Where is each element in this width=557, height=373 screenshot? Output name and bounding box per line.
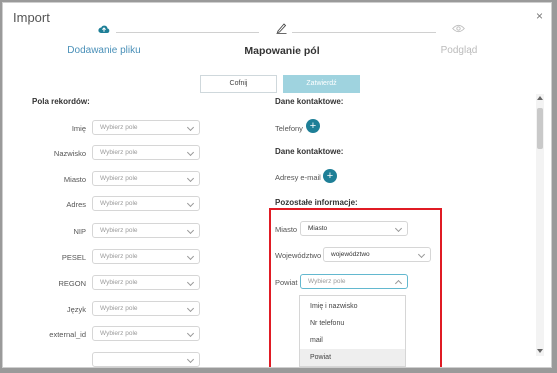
field-select[interactable]: Miasto: [300, 221, 408, 236]
chevron-down-icon: [186, 226, 195, 235]
chevron-down-icon: [186, 252, 195, 261]
cancel-button[interactable]: Cofnij: [200, 75, 277, 93]
add-phone-button[interactable]: +: [306, 119, 320, 133]
field-label: Województwo: [275, 251, 322, 260]
field-label: Język: [66, 305, 86, 314]
field-label: NIP: [73, 227, 86, 236]
chevron-down-icon: [417, 250, 426, 259]
chevron-down-icon: [186, 329, 195, 338]
field-label: Powiat: [275, 278, 298, 287]
field-label: Miasto: [275, 225, 298, 234]
contact-heading: Dane kontaktowe:: [275, 97, 344, 106]
step-upload[interactable]: Dodawanie pliku: [63, 21, 145, 56]
save-button[interactable]: Zatwierdź: [283, 75, 360, 93]
chevron-down-icon: [186, 174, 195, 183]
field-select[interactable]: Wybierz pole: [92, 301, 200, 316]
field-select[interactable]: województwo: [323, 247, 431, 262]
step-preview[interactable]: Podgląd: [418, 21, 500, 56]
field-label: Nazwisko: [53, 149, 86, 158]
field-select[interactable]: Wybierz pole: [92, 249, 200, 264]
dropdown-option[interactable]: Nr telefonu: [300, 315, 405, 332]
other-info-heading: Pozostałe informacje:: [275, 198, 358, 207]
add-email-button[interactable]: +: [323, 169, 337, 183]
dropdown-option[interactable]: Powiat: [300, 349, 405, 366]
dropdown-menu: Imię i nazwisko Nr telefonu mail Powiat: [299, 295, 406, 367]
field-select[interactable]: Wybierz pole: [92, 145, 200, 160]
dropdown-option[interactable]: Imię i nazwisko: [300, 298, 405, 315]
scrollbar[interactable]: [536, 94, 544, 356]
plus-icon: +: [309, 120, 317, 132]
field-label: Adres: [66, 200, 86, 209]
field-label: Imię: [71, 124, 86, 133]
dropdown-option[interactable]: mail: [300, 332, 405, 349]
phones-label: Telefony: [275, 124, 303, 133]
chevron-down-icon: [186, 199, 195, 208]
field-select[interactable]: Wybierz pole: [300, 274, 408, 289]
stepper: Dodawanie pliku Mapowanie pól Podgląd: [3, 21, 551, 61]
chevron-down-icon: [394, 224, 403, 233]
field-select[interactable]: Wybierz pole: [92, 275, 200, 290]
plus-icon: +: [326, 170, 334, 182]
field-select[interactable]: Wybierz pole: [92, 326, 200, 341]
scroll-thumb[interactable]: [537, 108, 543, 149]
pencil-icon: [276, 23, 287, 34]
chevron-down-icon: [186, 148, 195, 157]
scroll-down-icon[interactable]: [537, 349, 543, 353]
chevron-down-icon: [186, 355, 195, 364]
field-label: PESEL: [61, 253, 86, 262]
step-mapping[interactable]: Mapowanie pól: [241, 21, 323, 57]
field-label: REGON: [58, 279, 86, 288]
field-label: external_id: [49, 330, 86, 339]
field-select[interactable]: [92, 352, 200, 367]
field-label: Miasto: [63, 175, 86, 184]
import-modal: Import × Dodawanie pliku Mapowanie pól P…: [2, 2, 552, 368]
field-select[interactable]: Wybierz pole: [92, 196, 200, 211]
field-select[interactable]: Wybierz pole: [92, 223, 200, 238]
contact-heading: Dane kontaktowe:: [275, 147, 344, 156]
cloud-upload-icon: [98, 25, 110, 33]
chevron-down-icon: [186, 304, 195, 313]
scroll-up-icon[interactable]: [537, 96, 543, 100]
field-select[interactable]: Wybierz pole: [92, 171, 200, 186]
field-select[interactable]: Wybierz pole: [92, 120, 200, 135]
record-fields-heading: Pola rekordów:: [32, 97, 90, 106]
eye-icon: [452, 24, 465, 33]
chevron-down-icon: [186, 123, 195, 132]
chevron-up-icon: [394, 279, 403, 288]
emails-label: Adresy e-mail: [275, 173, 321, 182]
chevron-down-icon: [186, 278, 195, 287]
